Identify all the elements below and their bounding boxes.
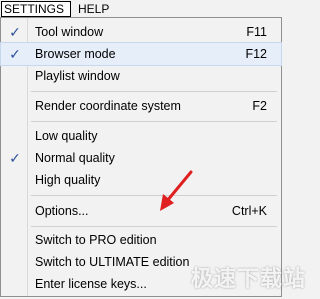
menu-item-shortcut: Ctrl+K (231, 204, 267, 218)
menu-separator (31, 121, 277, 122)
menu-separator (31, 226, 277, 227)
menu-item-normal-quality[interactable]: ✓ Normal quality (1, 147, 281, 169)
checkmark-icon: ✓ (9, 150, 21, 166)
menu-item-label: Switch to PRO edition (35, 233, 157, 247)
menu-item-label: Low quality (35, 129, 98, 143)
menu-item-switch-pro[interactable]: Switch to PRO edition (1, 229, 281, 251)
menu-item-render-coordinate-system[interactable]: Render coordinate system F2 (1, 95, 281, 117)
menu-item-label: Enter license keys... (35, 277, 147, 291)
menu-item-label: Switch to ULTIMATE edition (35, 255, 190, 269)
checkmark-icon: ✓ (9, 24, 21, 40)
menu-item-label: Options... (35, 204, 89, 218)
settings-dropdown: ✓ Tool window F11 ✓ Browser mode F12 Pla… (0, 17, 282, 297)
watermark-logo: 极速下载站 (190, 267, 306, 292)
menu-item-label: Browser mode (35, 47, 116, 61)
menu-item-label: Normal quality (35, 151, 115, 165)
menu-item-options[interactable]: Options... Ctrl+K (1, 200, 281, 222)
menu-item-tool-window[interactable]: ✓ Tool window F11 (1, 21, 281, 43)
menu-item-shortcut: F2 (252, 99, 267, 113)
menu-item-label: Render coordinate system (35, 99, 181, 113)
menu-item-shortcut: F12 (245, 47, 267, 61)
menu-separator (31, 195, 277, 196)
menu-item-label: Playlist window (35, 69, 120, 83)
menu-separator (31, 91, 277, 92)
menu-item-shortcut: F11 (246, 25, 267, 39)
menu-settings[interactable]: SETTINGS (1, 1, 71, 17)
menu-item-browser-mode[interactable]: ✓ Browser mode F12 (0, 42, 282, 66)
checkmark-icon: ✓ (9, 46, 21, 62)
menu-item-low-quality[interactable]: Low quality (1, 125, 281, 147)
menu-item-label: Tool window (35, 25, 104, 39)
menu-item-high-quality[interactable]: High quality (1, 169, 281, 191)
menu-help[interactable]: HELP (76, 1, 116, 17)
menu-item-playlist-window[interactable]: Playlist window (1, 65, 281, 87)
menu-item-label: High quality (35, 173, 101, 187)
menu-bar: SETTINGS HELP (0, 0, 288, 18)
